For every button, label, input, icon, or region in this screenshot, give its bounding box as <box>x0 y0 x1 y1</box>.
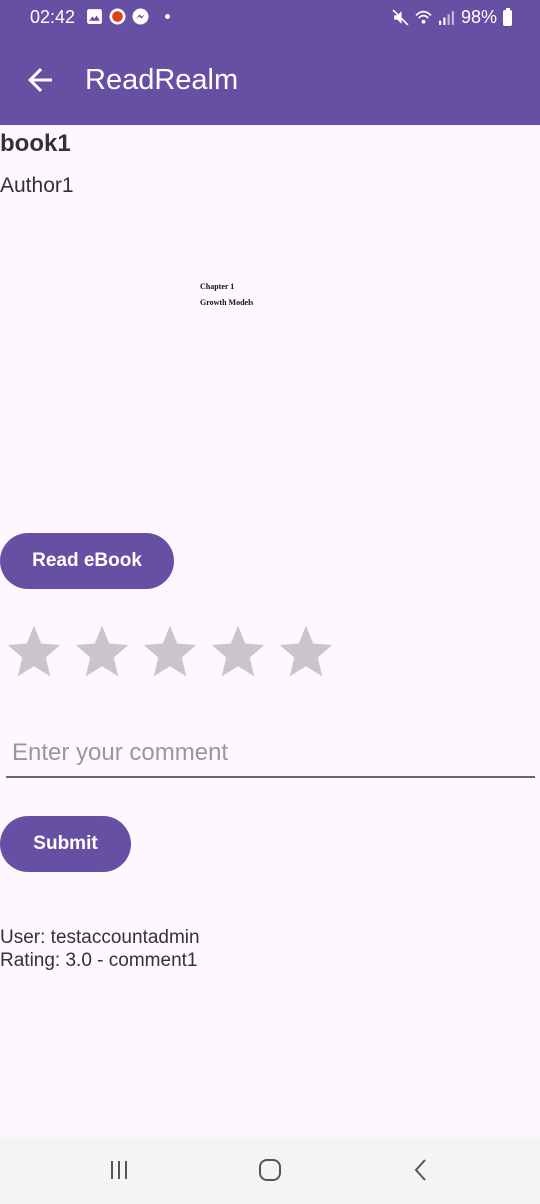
battery-percent: 98% <box>460 7 497 27</box>
home-icon[interactable] <box>255 1155 285 1185</box>
battery-icon <box>503 7 512 26</box>
star-icon[interactable] <box>4 622 64 682</box>
comment-input[interactable] <box>6 730 535 776</box>
review-rating: Rating: 3.0 - comment1 <box>0 950 198 971</box>
signal-icon <box>439 11 454 25</box>
system-nav-bar <box>0 1137 540 1204</box>
app-bar: ReadRealm <box>0 36 540 125</box>
book-author: Author1 <box>0 174 74 197</box>
arrow-left-icon[interactable] <box>22 62 58 98</box>
read-ebook-button[interactable]: Read eBook <box>0 533 174 589</box>
messenger-icon <box>132 8 149 25</box>
book-title: book1 <box>0 130 71 157</box>
system-icons: 98% <box>392 7 512 28</box>
gallery-icon <box>87 9 102 24</box>
app-title: ReadRealm <box>85 64 239 96</box>
back-icon[interactable] <box>406 1155 436 1185</box>
status-bar: 02:42 98% <box>0 0 540 36</box>
chapter-number: Chapter 1 <box>200 282 235 291</box>
comment-field <box>6 730 535 778</box>
review-item: User: testaccountadmin Rating: 3.0 - com… <box>0 926 200 972</box>
chapter-title: Growth Models <box>200 298 254 307</box>
star-icon[interactable] <box>72 622 132 682</box>
star-icon[interactable] <box>276 622 336 682</box>
mute-icon <box>392 9 409 26</box>
review-user: User: testaccountadmin <box>0 927 200 948</box>
submit-button[interactable]: Submit <box>0 816 131 872</box>
status-time: 02:42 <box>30 7 76 27</box>
star-icon[interactable] <box>208 622 268 682</box>
wifi-icon <box>415 10 432 24</box>
more-notifications-dot <box>165 14 170 19</box>
notification-icons <box>86 8 170 25</box>
rating-bar[interactable] <box>4 622 336 682</box>
app-notification-icon <box>109 8 126 25</box>
star-icon[interactable] <box>140 622 200 682</box>
recent-apps-icon[interactable] <box>104 1155 134 1185</box>
ebook-preview: Chapter 1 Growth Models <box>0 212 540 512</box>
